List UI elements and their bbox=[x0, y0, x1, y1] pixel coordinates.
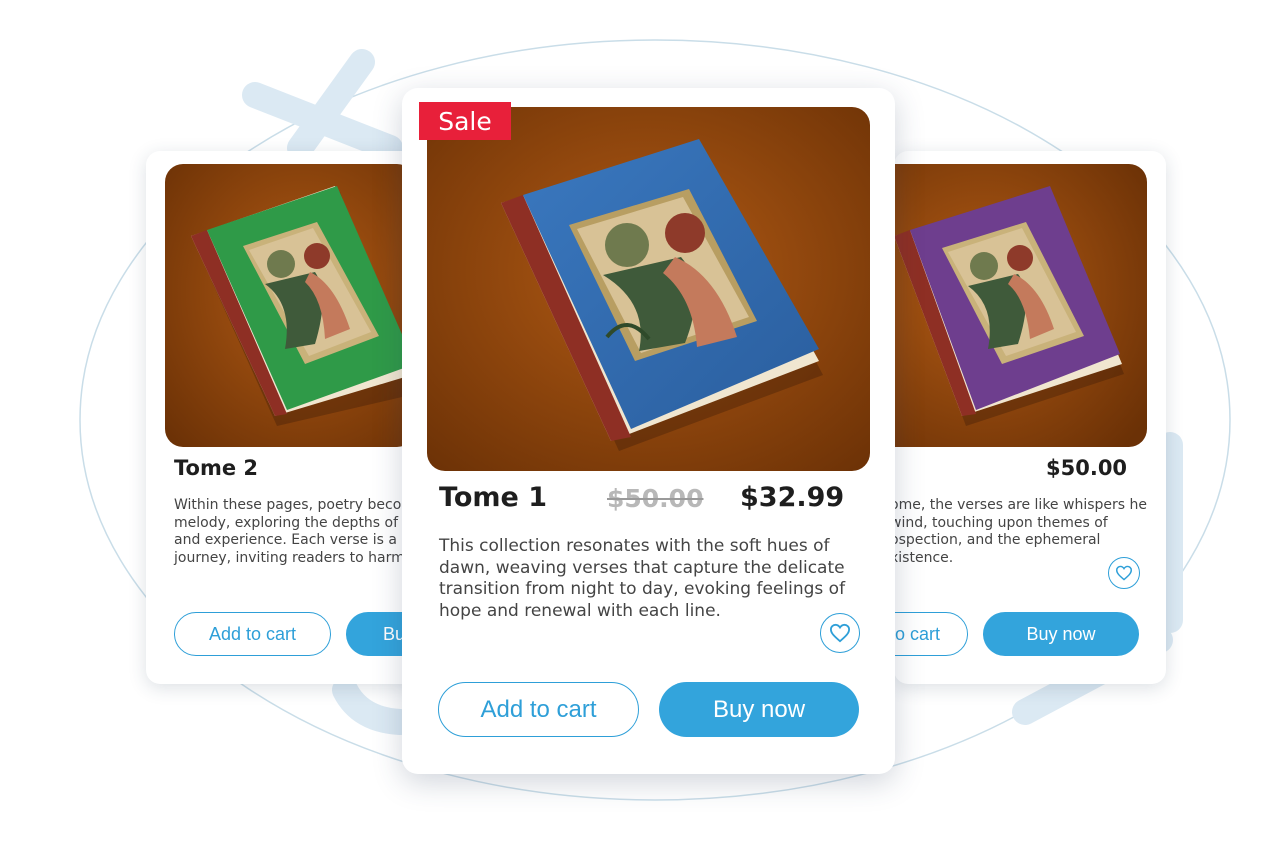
sale-badge: Sale bbox=[419, 102, 511, 140]
add-to-cart-button[interactable]: Add to cart bbox=[174, 612, 331, 656]
sale-price: $32.99 bbox=[740, 482, 845, 513]
product-card-tome-1[interactable]: Sale Tome 1 $50.00 $32.99 This collectio… bbox=[402, 88, 895, 774]
product-description: Within these pages, poetry beco melody, … bbox=[174, 497, 406, 566]
product-description: This collection resonates with the soft … bbox=[439, 536, 846, 621]
heart-icon bbox=[1115, 565, 1133, 581]
product-price: $50.00 bbox=[1046, 456, 1128, 480]
buy-now-button[interactable]: Buy now bbox=[659, 682, 859, 737]
heart-icon bbox=[829, 623, 851, 643]
product-image-green-book bbox=[165, 164, 415, 447]
product-image-blue-book bbox=[427, 107, 870, 471]
favorite-heart-button[interactable] bbox=[1108, 557, 1140, 589]
buy-now-button[interactable]: Buy now bbox=[983, 612, 1139, 656]
add-to-cart-button[interactable]: o cart bbox=[894, 612, 968, 656]
product-description: ome, the verses are like whispers he win… bbox=[894, 497, 1147, 566]
favorite-heart-button[interactable] bbox=[820, 613, 860, 653]
product-title: Tome 1 bbox=[439, 482, 548, 513]
product-title: Tome 2 bbox=[174, 456, 259, 480]
product-card-tome-2[interactable]: Tome 2 Within these pages, poetry beco m… bbox=[146, 151, 418, 684]
original-price: $50.00 bbox=[607, 484, 704, 513]
product-image-purple-book bbox=[894, 164, 1147, 447]
add-to-cart-button[interactable]: Add to cart bbox=[438, 682, 639, 737]
product-card-purple[interactable]: $50.00 ome, the verses are like whispers… bbox=[894, 151, 1166, 684]
